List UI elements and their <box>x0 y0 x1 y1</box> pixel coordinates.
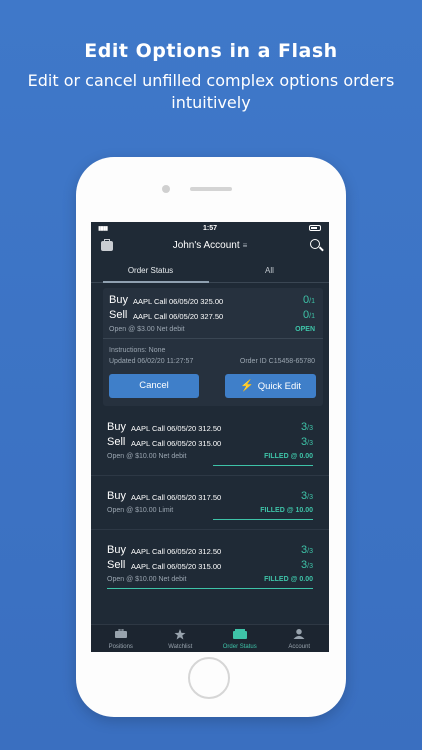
quick-edit-button[interactable]: ⚡ Quick Edit <box>225 374 316 398</box>
status-underline <box>213 465 313 466</box>
divider <box>103 338 323 339</box>
briefcase-icon <box>114 629 127 638</box>
leg-side: Sell <box>109 309 128 321</box>
leg-side: Buy <box>107 544 126 556</box>
order-status: FILLED @ 10.00 <box>260 507 313 514</box>
order-status: FILLED @ 0.00 <box>264 576 313 583</box>
nav-label: Order Status <box>222 644 257 650</box>
person-icon <box>293 629 305 639</box>
fill-count: 3/3 <box>301 544 313 556</box>
bottom-nav: Positions Watchlist Order Status Account <box>91 624 329 652</box>
fill-count: 0/1 <box>303 309 315 321</box>
battery-icon <box>309 225 321 231</box>
nav-bar: John's Account ≡ <box>91 236 329 258</box>
leg-desc: AAPL Call 06/05/20 315.00 <box>131 439 222 448</box>
instructions: Instructions: None <box>109 347 166 354</box>
leg-side: Sell <box>107 559 126 571</box>
leg-desc: AAPL Call 06/05/20 327.50 <box>133 312 224 321</box>
tab-order-status[interactable]: Order Status <box>91 266 210 275</box>
leg-side: Buy <box>109 294 128 306</box>
tab-all[interactable]: All <box>210 266 329 275</box>
nav-account[interactable]: Account <box>270 625 330 652</box>
lightning-icon: ⚡ <box>240 380 254 392</box>
leg-desc: AAPL Call 06/05/20 315.00 <box>131 562 222 571</box>
divider <box>91 529 329 530</box>
leg-side: Sell <box>107 436 126 448</box>
price-note: Open @ $10.00 Net debit <box>107 453 187 460</box>
price-note: Open @ $10.00 Limit <box>107 507 174 514</box>
nav-order-status[interactable]: Order Status <box>210 625 270 652</box>
leg-desc: AAPL Call 06/05/20 325.00 <box>133 297 224 306</box>
camera-icon <box>162 185 170 193</box>
search-icon[interactable] <box>310 239 320 249</box>
nav-label: Account <box>288 644 311 650</box>
fill-count: 0/1 <box>303 294 315 306</box>
status-time: 1:57 <box>202 225 217 232</box>
updated-time: Updated 06/02/20 11:27:57 <box>109 358 194 365</box>
phone-frame: ▮▮▮▮ 1:57 John's Account ≡ Order Status A… <box>76 157 346 717</box>
nav-label: Watchlist <box>168 644 193 650</box>
status-bar: ▮▮▮▮ 1:57 <box>91 222 329 236</box>
order-status: FILLED @ 0.00 <box>264 453 313 460</box>
order-id: Order ID C15458-65780 <box>239 358 315 365</box>
order-status-icon <box>232 629 247 639</box>
star-icon <box>174 629 186 640</box>
leg-side: Buy <box>107 490 126 502</box>
fill-count: 3/3 <box>301 436 313 448</box>
status-underline <box>107 588 313 589</box>
cancel-button[interactable]: Cancel <box>109 374 199 398</box>
speaker-grille <box>190 187 232 191</box>
fill-count: 3/3 <box>301 559 313 571</box>
quick-edit-label: Quick Edit <box>257 381 301 392</box>
divider <box>91 475 329 476</box>
promo-headline: Edit Options in a Flash <box>84 40 338 62</box>
nav-watchlist[interactable]: Watchlist <box>151 625 211 652</box>
status-underline <box>213 519 313 520</box>
home-button[interactable] <box>188 657 230 699</box>
leg-desc: AAPL Call 06/05/20 317.50 <box>131 493 222 502</box>
price-note: Open @ $3.00 Net debit <box>109 326 185 333</box>
account-switcher[interactable]: John's Account ≡ <box>91 240 329 251</box>
app-screen: ▮▮▮▮ 1:57 John's Account ≡ Order Status A… <box>91 222 329 652</box>
leg-desc: AAPL Call 06/05/20 312.50 <box>131 547 222 556</box>
leg-desc: AAPL Call 06/05/20 312.50 <box>131 424 222 433</box>
tab-bar: Order Status All <box>91 262 329 283</box>
menu-icon: ≡ <box>242 241 248 250</box>
account-title: John's Account <box>172 240 240 251</box>
leg-side: Buy <box>107 421 126 433</box>
expanded-order-card[interactable]: Buy AAPL Call 06/05/20 325.00 0/1 Sell A… <box>103 288 323 406</box>
fill-count: 3/3 <box>301 490 313 502</box>
active-tab-indicator <box>103 281 209 283</box>
price-note: Open @ $10.00 Net debit <box>107 576 187 583</box>
nav-label: Positions <box>108 644 133 650</box>
nav-positions[interactable]: Positions <box>91 625 151 652</box>
order-status: OPEN <box>295 326 315 333</box>
promo-subtitle: Edit or cancel unfilled complex options … <box>27 71 395 112</box>
fill-count: 3/3 <box>301 421 313 433</box>
